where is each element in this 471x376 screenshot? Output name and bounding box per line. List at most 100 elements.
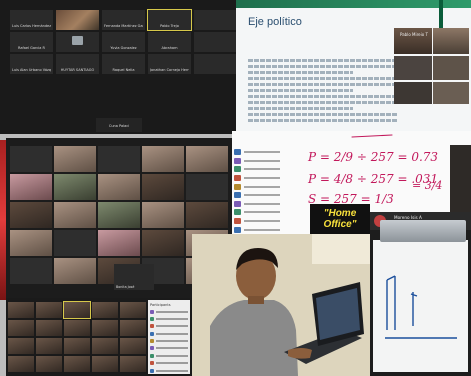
participant-tile[interactable] (56, 10, 99, 30)
sketch-stroke (386, 275, 396, 330)
participant-tile[interactable]: HUYTAR SANTIAGO (56, 54, 99, 74)
side-video-strip (450, 145, 471, 215)
presentation-slide: Eje político Pablo Mireio T (236, 0, 471, 134)
participant-tile[interactable] (64, 356, 90, 372)
participant-row[interactable] (150, 353, 188, 358)
zoom-tile-bottom[interactable]: Cuna Palaci (96, 118, 142, 132)
participant-tile[interactable] (64, 320, 90, 336)
participant-tile[interactable] (98, 230, 140, 256)
participant-name (156, 354, 188, 357)
participant-tile[interactable]: Luis Alan Urbano Vázquez (10, 54, 53, 74)
participant-tile[interactable] (92, 356, 118, 372)
participant-tile[interactable] (63, 301, 91, 319)
participant-tile[interactable]: Abraham (148, 32, 191, 52)
participant-name (156, 325, 188, 328)
bullet-line (248, 89, 353, 92)
participant-tile[interactable] (142, 202, 184, 228)
participant-row[interactable] (150, 331, 188, 336)
participant-tile[interactable] (98, 174, 140, 200)
whiteboard-drawing (373, 240, 468, 372)
video-thumbnail[interactable] (394, 82, 432, 104)
participant-tile[interactable] (36, 338, 62, 354)
participant-tile[interactable] (10, 146, 52, 172)
participant-tile[interactable] (142, 146, 184, 172)
participant-tile[interactable] (142, 230, 184, 256)
participant-row[interactable] (150, 309, 188, 314)
participant-tile[interactable] (92, 320, 118, 336)
participant-tile[interactable] (194, 32, 237, 52)
avatar (150, 316, 154, 321)
participant-tile[interactable] (120, 302, 146, 318)
student-at-laptop-photo (192, 234, 370, 376)
participant-row[interactable] (150, 368, 188, 373)
participant-tile[interactable] (54, 202, 96, 228)
participant-tile[interactable] (36, 320, 62, 336)
participant-tile[interactable] (10, 230, 52, 256)
participant-tile[interactable]: Pablo Trejo (147, 9, 192, 31)
participant-tile[interactable] (54, 174, 96, 200)
participant-name: HUYTAR SANTIAGO (60, 68, 95, 72)
participant-tile[interactable] (186, 202, 228, 228)
participant-tile[interactable]: Yuvia Gonzalez (102, 32, 145, 52)
bullet-line (248, 101, 398, 104)
participant-tile[interactable] (54, 146, 96, 172)
bullet-line (248, 113, 398, 116)
participant-tile[interactable] (120, 338, 146, 354)
participant-tile[interactable]: Jonathan Cornejo Hernández (148, 54, 191, 74)
participant-tile[interactable] (92, 338, 118, 354)
banner-line-2: Office" (323, 219, 357, 230)
bullet-line (248, 59, 398, 62)
video-thumbnail[interactable] (433, 56, 469, 80)
participant-name: Yuvia Gonzalez (110, 46, 137, 50)
participant-tile[interactable] (8, 302, 34, 318)
participant-tile[interactable]: Fernanda Martínez García (102, 10, 145, 30)
bullet-line (248, 83, 398, 86)
participant-tile[interactable] (194, 54, 237, 74)
participant-name (156, 317, 188, 320)
participants-title: Participants (150, 303, 171, 307)
participant-tile[interactable] (8, 320, 34, 336)
participant-row[interactable] (150, 339, 188, 344)
participant-tile[interactable] (10, 202, 52, 228)
participant-tile[interactable] (98, 202, 140, 228)
participant-tile[interactable] (142, 174, 184, 200)
participant-tile[interactable] (194, 10, 237, 30)
participant-tile[interactable] (10, 258, 52, 284)
participant-name: Pablo Mireio T (400, 32, 428, 37)
participant-tile[interactable] (92, 302, 118, 318)
participant-row[interactable] (150, 361, 188, 366)
participant-tile[interactable] (54, 258, 96, 284)
participant-row[interactable] (150, 346, 188, 351)
participant-tile[interactable]: Luis Carlos Hernández Gómez (10, 10, 53, 30)
participant-name: Fernanda Martínez García (104, 24, 143, 28)
participant-tile[interactable] (54, 230, 96, 256)
participant-tile[interactable] (64, 338, 90, 354)
zoom-tile-bottom[interactable]: Bonita José (114, 264, 154, 290)
participants-panel: Participants (148, 300, 190, 374)
video-thumbnail[interactable]: Pablo Mireio T (394, 28, 432, 54)
participant-tile[interactable] (186, 174, 228, 200)
video-thumbnail[interactable] (433, 82, 469, 104)
participant-tile[interactable]: Raquel Nelia (102, 54, 145, 74)
participant-name: Luis Carlos Hernández Gómez (12, 24, 51, 28)
participant-name: Rafael Garcia R (18, 46, 45, 50)
participant-tile[interactable] (120, 356, 146, 372)
participant-row[interactable] (150, 316, 188, 321)
participant-tile[interactable] (36, 302, 62, 318)
participant-tile[interactable]: Rafael Garcia R (10, 32, 53, 52)
participant-tile[interactable] (186, 146, 228, 172)
participant-tile[interactable] (10, 174, 52, 200)
participant-tile[interactable] (120, 320, 146, 336)
participant-tile[interactable] (8, 356, 34, 372)
participant-tile[interactable] (36, 356, 62, 372)
participant-row[interactable] (150, 324, 188, 329)
avatar (150, 324, 154, 329)
participant-tile[interactable] (8, 338, 34, 354)
video-thumbnail[interactable] (433, 28, 469, 54)
collage: Luis Carlos Hernández Gómez Fernanda Mart… (0, 0, 471, 376)
participant-tile[interactable] (56, 32, 99, 52)
video-thumbnail[interactable] (394, 56, 432, 80)
participant-tile[interactable] (98, 146, 140, 172)
math-line-1: P = 2/9 ÷ 257 = 0.73 (307, 150, 438, 164)
participant-name (156, 347, 188, 350)
